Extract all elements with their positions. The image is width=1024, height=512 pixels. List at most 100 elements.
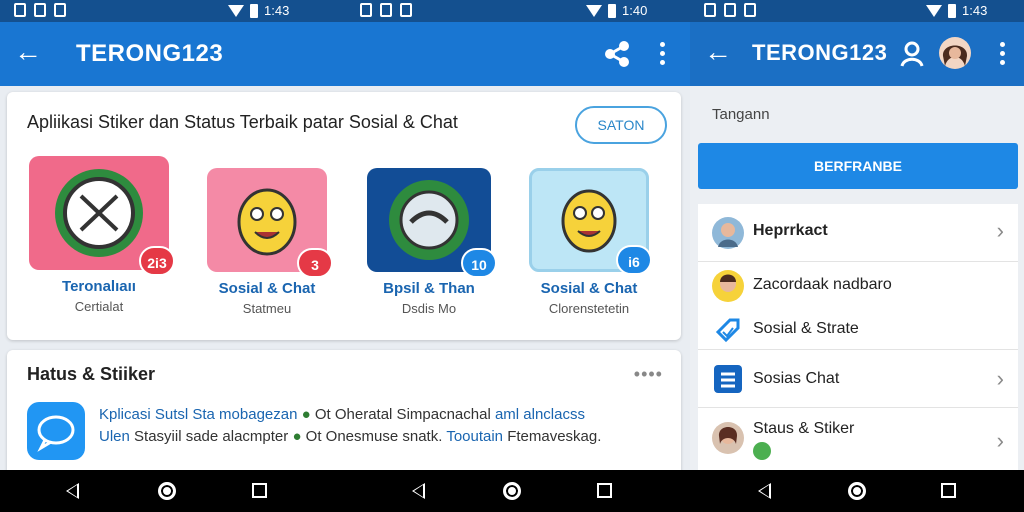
chevron-right-icon: › <box>996 428 1004 453</box>
chat-bubble-icon[interactable] <box>27 402 85 460</box>
notification-icons <box>360 3 412 17</box>
sticker-image: 10 <box>367 168 497 278</box>
count-badge: i6 <box>616 245 652 275</box>
sticker-tile[interactable]: i6 Sosial & Chat Clorenstetetin <box>519 168 659 316</box>
share-icon[interactable] <box>602 40 632 68</box>
chevron-right-icon: › <box>996 366 1004 391</box>
notification-icons <box>704 3 756 17</box>
status-icons-3: 1:43 <box>926 3 987 18</box>
tile-subtitle: Statmeu <box>242 301 292 316</box>
arrow-left-icon[interactable]: ← <box>14 36 46 68</box>
wifi-icon <box>586 4 602 17</box>
tile-subtitle: Certialat <box>74 299 124 314</box>
notification-icon <box>360 3 372 17</box>
list-item-label: Sosias Chat <box>753 370 840 387</box>
menu-list: Heprrkact › Zacordaak nadbaro Sosial & S… <box>698 204 1018 470</box>
sticker-image: 2i3 <box>29 156 175 276</box>
nav-recents-icon[interactable] <box>941 483 956 498</box>
nav-recents-icon[interactable] <box>597 483 612 498</box>
list-item[interactable]: Sosias Chat › <box>698 350 1018 408</box>
section-label: Tangann <box>712 106 770 123</box>
app-bar-left: ← TERONG123 <box>0 22 690 86</box>
count-badge: 10 <box>461 248 497 278</box>
clock: 1:40 <box>622 3 648 18</box>
tile-name: Sosial & Chat <box>218 280 316 297</box>
notification-icon <box>704 3 716 17</box>
tile-name: Teronalıaıı <box>62 278 136 295</box>
tile-name: Bpsil & Than <box>383 280 475 297</box>
app-bar-right: ← TERONG123 <box>690 22 1024 86</box>
saton-button[interactable]: SATON <box>575 106 667 144</box>
promo-card: Apliikasi Stiker dan Status Terbaik pata… <box>7 92 681 340</box>
list-item[interactable]: Sosial & Strate <box>698 310 1018 350</box>
notification-icon <box>744 3 756 17</box>
description-line-1: Kplicasi Sutsl Sta mobagezan ● Ot Oherat… <box>99 406 585 423</box>
sticker-tile[interactable]: 2i3 Teronalıaıı Certialat <box>29 156 175 314</box>
left-panel: Apliikasi Stiker dan Status Terbaik pata… <box>0 86 690 480</box>
list-item[interactable]: Staus & Stiker › <box>698 408 1018 470</box>
status-bar: 1:43 1:40 1:43 <box>0 0 1024 22</box>
online-status-icon <box>753 442 771 460</box>
section-card: Hatus & Stiiker •••• Kplicasi Sutsl Sta … <box>7 350 681 480</box>
list-item-label: Sosial & Strate <box>753 320 859 337</box>
nav-home-icon[interactable] <box>503 482 521 500</box>
more-horiz-icon[interactable]: •••• <box>634 364 663 385</box>
nav-back-icon[interactable] <box>66 483 79 499</box>
nav-recents-icon[interactable] <box>252 483 267 498</box>
tile-name: Sosial & Chat <box>540 280 638 297</box>
list-item[interactable]: Zacordaak nadbaro <box>698 262 1018 310</box>
list-item-label: Staus & Stiker <box>753 420 855 437</box>
right-panel: Tangann BERFRANBE Heprrkact › Zacordaak … <box>690 86 1024 470</box>
clock: 1:43 <box>264 3 290 18</box>
promo-title: Apliikasi Stiker dan Status Terbaik pata… <box>27 112 458 132</box>
sticker-tile[interactable]: 3 Sosial & Chat Statmeu <box>197 168 337 316</box>
section-title: Hatus & Stiiker <box>27 364 156 384</box>
nav-back-icon[interactable] <box>412 483 425 499</box>
sticker-image: i6 <box>529 168 652 275</box>
sticker-image: 3 <box>207 168 333 278</box>
chevron-right-icon: › <box>996 218 1004 243</box>
more-vert-icon[interactable] <box>654 40 670 68</box>
count-badge: 2i3 <box>139 246 175 276</box>
document-icon <box>714 365 742 393</box>
arrow-left-icon[interactable]: ← <box>704 36 736 68</box>
notification-icon <box>14 3 26 17</box>
notification-icon <box>380 3 392 17</box>
nav-home-icon[interactable] <box>158 482 176 500</box>
wifi-icon <box>228 4 244 17</box>
badge-dot-icon: ● <box>301 406 311 423</box>
notification-icon <box>34 3 46 17</box>
description-line-2: Ulen Stasyiil sade alacmpter ● Ot Onesmu… <box>99 428 602 445</box>
status-icons-2: 1:40 <box>586 3 647 18</box>
page-title: TERONG123 <box>752 40 888 65</box>
notification-icon <box>54 3 66 17</box>
screen: 1:43 1:40 1:43 ← TERONG123 ← TERONG123 A… <box>0 0 1024 512</box>
battery-icon <box>608 3 616 18</box>
tag-icon <box>715 318 740 343</box>
clock: 1:43 <box>962 3 988 18</box>
more-vert-icon[interactable] <box>994 40 1010 68</box>
list-item-label: Heprrkact <box>753 222 828 239</box>
person-icon[interactable] <box>900 40 924 68</box>
primary-button[interactable]: BERFRANBE <box>698 143 1018 189</box>
nav-back-icon[interactable] <box>758 483 771 499</box>
avatar[interactable] <box>938 36 972 70</box>
list-item[interactable]: Heprrkact › <box>698 204 1018 262</box>
sticker-tile[interactable]: 10 Bpsil & Than Dsdis Mo <box>359 168 499 316</box>
status-icons-1: 1:43 <box>228 3 289 18</box>
notification-icons <box>14 3 66 17</box>
avatar <box>712 422 744 454</box>
avatar <box>712 217 744 249</box>
nav-home-icon[interactable] <box>848 482 866 500</box>
notification-icon <box>724 3 736 17</box>
navigation-bar <box>0 470 1024 512</box>
battery-icon <box>250 3 258 18</box>
tile-subtitle: Clorenstetetin <box>548 301 630 316</box>
page-title: TERONG123 <box>76 40 224 67</box>
wifi-icon <box>926 4 942 17</box>
list-item-label: Zacordaak nadbaro <box>753 276 892 293</box>
notification-icon <box>400 3 412 17</box>
battery-icon <box>948 3 956 18</box>
badge-dot-icon: ● <box>292 428 302 445</box>
tile-subtitle: Dsdis Mo <box>401 301 457 316</box>
